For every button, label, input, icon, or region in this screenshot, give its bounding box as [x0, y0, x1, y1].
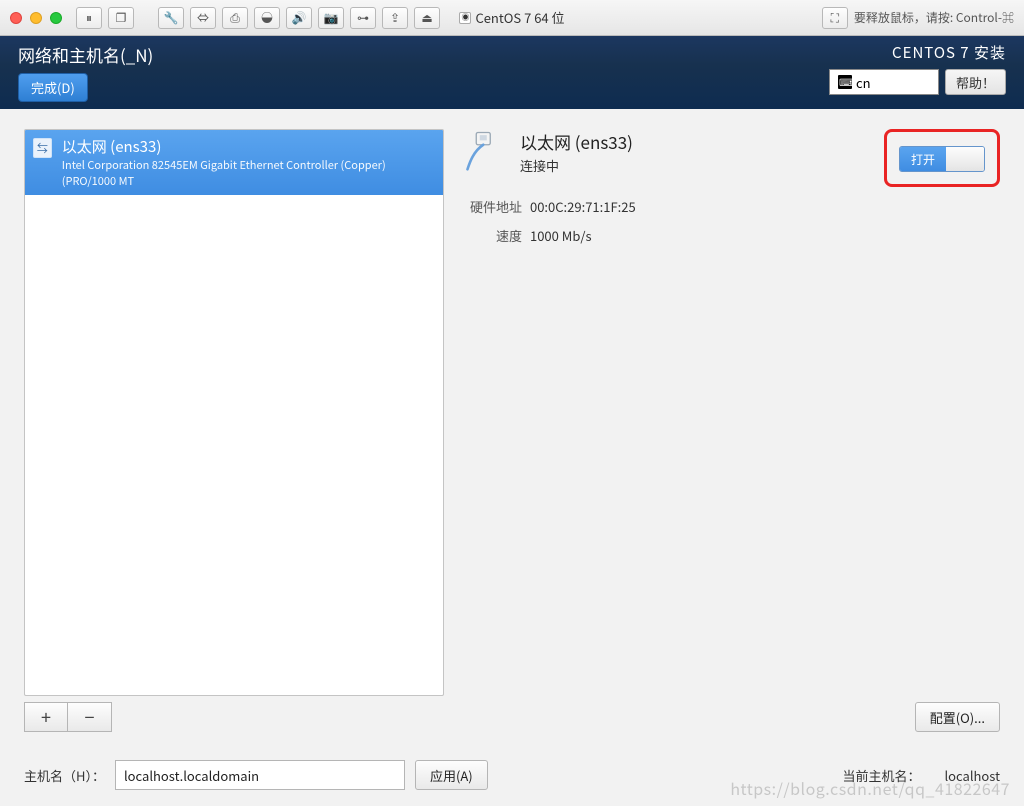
detail-nic-name: 以太网 (ens33)	[520, 129, 633, 154]
toggle-highlight: 打开	[884, 129, 1000, 187]
disk-icon[interactable]: ◒	[254, 7, 280, 29]
detail-status: 连接中	[520, 156, 633, 175]
toggle-on-label: 打开	[900, 147, 946, 171]
sound-icon[interactable]: 🔊	[286, 7, 312, 29]
nic-list-buttons: + −	[24, 702, 444, 732]
connection-toggle[interactable]: 打开	[899, 146, 985, 172]
toolbar-device-group: 🔧 ⇔ ⎙ ◒ 🔊 📷 ⊶ ⇪ ⏏	[158, 7, 440, 29]
current-hostname-value: localhost	[944, 766, 1000, 785]
printer-icon[interactable]: ⎙	[222, 7, 248, 29]
speed-value: 1000 Mb/s	[530, 226, 592, 245]
install-brand: CENTOS 7 安装	[892, 42, 1006, 63]
minimize-window-button[interactable]	[30, 12, 42, 24]
nic-left-column: ⇆ 以太网 (ens33) Intel Corporation 82545EM …	[24, 129, 444, 732]
vm-titlebar: ⏸ ❐ 🔧 ⇔ ⎙ ◒ 🔊 📷 ⊶ ⇪ ⏏ ◉ CentOS 7 64 位 ⛶ …	[0, 0, 1024, 36]
nic-spec-rows: 硬件地址 00:0C:29:71:1F:25 速度 1000 Mb/s	[464, 197, 1000, 255]
configure-button[interactable]: 配置(O)...	[915, 702, 1000, 732]
close-window-button[interactable]	[10, 12, 22, 24]
snapshot-icon[interactable]: ❐	[108, 7, 134, 29]
fullscreen-icon[interactable]: ⛶	[822, 7, 848, 29]
release-mouse-hint: 要释放鼠标，请按: Control-⌘	[854, 9, 1014, 26]
hostname-row: 主机名（H）： 应用(A) 当前主机名： localhost	[24, 760, 1000, 790]
help-button[interactable]: 帮助！	[945, 69, 1006, 95]
camera-icon[interactable]: 📷	[318, 7, 344, 29]
resize-icon[interactable]: ⇔	[190, 7, 216, 29]
installer-header: 网络和主机名(_N) 完成(D) CENTOS 7 安装 cn 帮助！	[0, 36, 1024, 109]
nic-list: ⇆ 以太网 (ens33) Intel Corporation 82545EM …	[24, 129, 444, 696]
wrench-icon[interactable]: 🔧	[158, 7, 184, 29]
cd-icon: ◉	[459, 12, 471, 24]
add-nic-button[interactable]: +	[24, 702, 68, 732]
toolbar-left-group: ⏸ ❐	[76, 7, 134, 29]
hwaddr-value: 00:0C:29:71:1F:25	[530, 197, 636, 216]
page-title: 网络和主机名(_N)	[18, 42, 153, 67]
pause-icon[interactable]: ⏸	[76, 7, 102, 29]
keyboard-indicator[interactable]: cn	[829, 69, 939, 95]
done-button[interactable]: 完成(D)	[18, 73, 88, 102]
remove-nic-button[interactable]: −	[68, 702, 112, 732]
nic-desc: Intel Corporation 82545EM Gigabit Ethern…	[62, 157, 433, 189]
vm-name: CentOS 7 64 位	[475, 8, 564, 27]
hwaddr-label: 硬件地址	[464, 197, 522, 216]
usb-icon[interactable]: ⊶	[350, 7, 376, 29]
window-traffic-lights	[10, 12, 62, 24]
zoom-window-button[interactable]	[50, 12, 62, 24]
eject-icon[interactable]: ⏏	[414, 7, 440, 29]
ethernet-icon: ⇆	[33, 138, 52, 158]
current-hostname-label: 当前主机名：	[842, 766, 920, 785]
apply-button[interactable]: 应用(A)	[415, 760, 488, 790]
ethernet-plug-icon	[464, 129, 506, 171]
body-area: ⇆ 以太网 (ens33) Intel Corporation 82545EM …	[0, 109, 1024, 806]
toggle-off-side	[946, 147, 984, 171]
hostname-label: 主机名（H）：	[24, 766, 105, 785]
speed-label: 速度	[464, 226, 522, 245]
nic-list-item[interactable]: ⇆ 以太网 (ens33) Intel Corporation 82545EM …	[25, 130, 443, 195]
share-icon[interactable]: ⇪	[382, 7, 408, 29]
hostname-input[interactable]	[115, 760, 405, 790]
keyboard-icon	[838, 75, 852, 89]
nic-detail-column: 以太网 (ens33) 连接中 打开 硬件地址 00:0C:29:71:1F:2…	[464, 129, 1000, 732]
nic-name: 以太网 (ens33)	[62, 136, 433, 157]
keyboard-layout: cn	[856, 73, 871, 92]
